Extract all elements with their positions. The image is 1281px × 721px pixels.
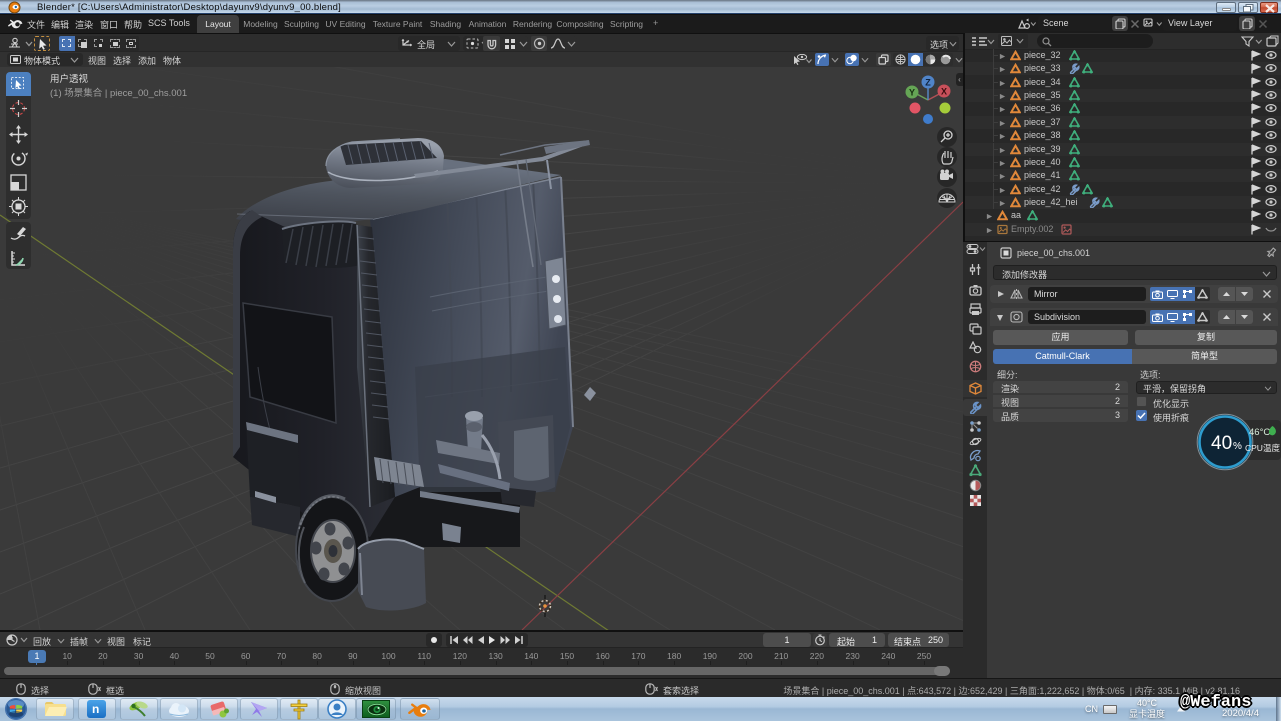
svg-text:Y: Y <box>909 88 915 98</box>
svg-text:X: X <box>941 87 947 97</box>
svg-text:Z: Z <box>925 78 931 88</box>
svg-text:%: % <box>1233 441 1242 452</box>
svg-text:40: 40 <box>1211 433 1232 454</box>
